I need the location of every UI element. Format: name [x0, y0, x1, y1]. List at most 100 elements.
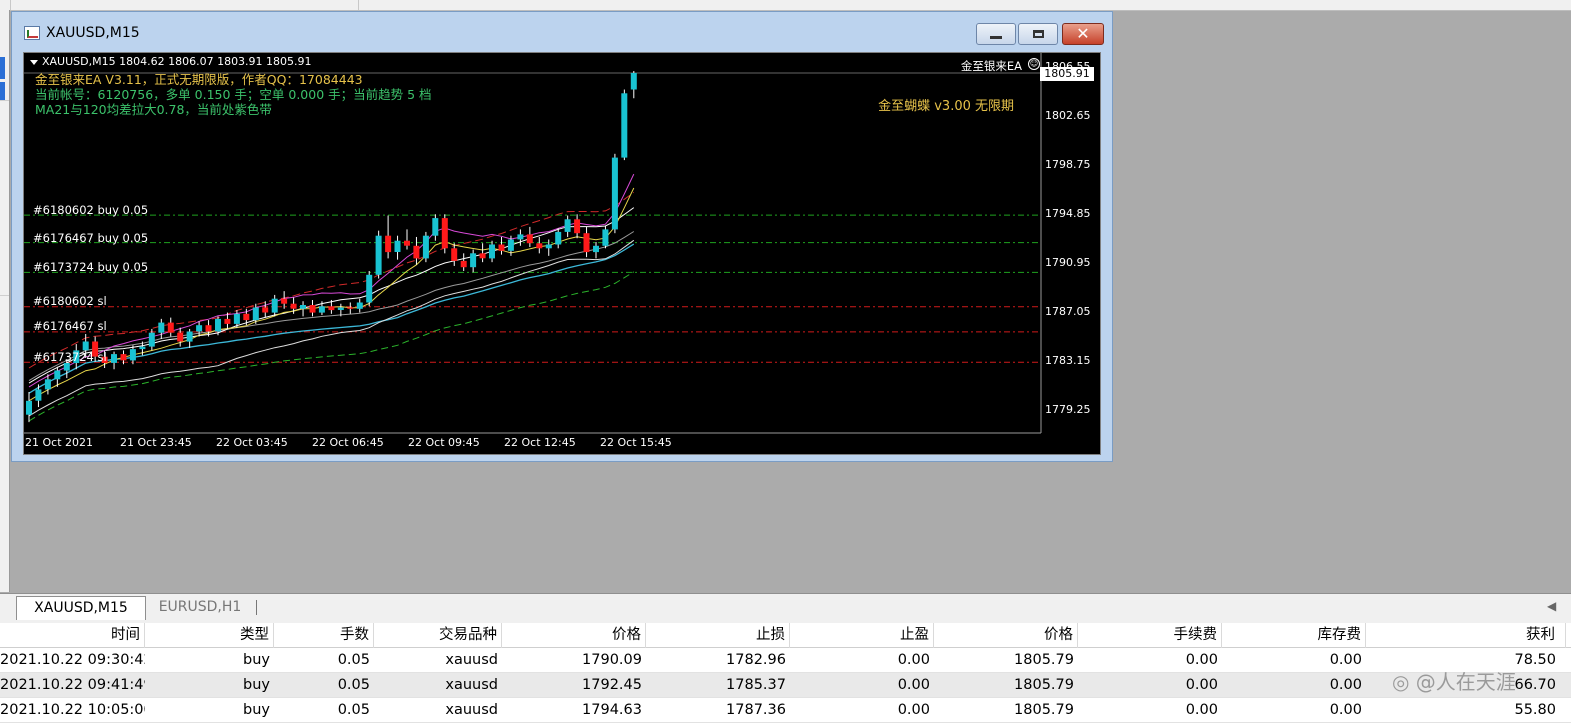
- cell-type: buy: [243, 677, 270, 693]
- cell-type: buy: [243, 702, 270, 718]
- time-axis-label: 21 Oct 23:45: [120, 436, 192, 449]
- candle-body: [196, 325, 203, 332]
- cell-symbol: xauusd: [445, 677, 498, 693]
- column-header[interactable]: 价格: [934, 623, 1078, 648]
- candle-body: [129, 349, 136, 361]
- candle-body: [432, 218, 439, 236]
- candle-body: [564, 219, 571, 232]
- table-header: 时间 类型 手数 交易品种 价格 止损 止盈 价格 手续费 库存费 获利: [0, 623, 1571, 648]
- candle-body: [404, 240, 410, 246]
- price-axis-label: 1802.65: [1045, 109, 1091, 122]
- candle-body: [148, 332, 155, 347]
- candle-body: [224, 318, 231, 324]
- maximize-icon: [1032, 30, 1044, 38]
- candle-body: [186, 331, 193, 342]
- order-line-label: #6180602 buy 0.05: [33, 203, 149, 217]
- price-axis-label: 1798.75: [1045, 158, 1091, 171]
- candle-body: [545, 244, 552, 249]
- candle-body: [489, 244, 495, 259]
- price-axis-label: 1783.15: [1045, 354, 1091, 367]
- cell-profit: 55.80: [1514, 702, 1556, 718]
- candle-body: [451, 248, 458, 261]
- price-axis-label: 1787.05: [1045, 305, 1091, 318]
- price-axis-label: 1790.95: [1045, 256, 1091, 269]
- candle-body: [385, 235, 392, 253]
- chart-icon: [24, 26, 40, 40]
- candle-body: [309, 305, 316, 313]
- candle-body: [233, 313, 240, 324]
- maximize-button[interactable]: [1018, 23, 1058, 45]
- candle-body: [271, 298, 278, 313]
- chart-window-title: XAUUSD,M15: [46, 25, 140, 41]
- chart-window[interactable]: XAUUSD,M15 ✕ XAUUSD,M15 1804.62 1806.07 …: [11, 11, 1113, 462]
- cell-lots: 0.05: [337, 677, 370, 693]
- column-header[interactable]: 库存费: [1222, 623, 1366, 648]
- table-row[interactable]: 2021.10.22 10:05:00 buy 0.05 xauusd 1794…: [0, 698, 1571, 723]
- cell-open-price: 1790.09: [582, 652, 642, 668]
- cell-time: 2021.10.22 09:30:42: [0, 652, 145, 668]
- column-header[interactable]: 手续费: [1078, 623, 1222, 648]
- order-line-label: #6173724 sl: [33, 350, 107, 364]
- ma-yellow-line: [28, 187, 635, 402]
- toolbar-separator: [10, 0, 11, 10]
- cell-commission: 0.00: [1185, 702, 1218, 718]
- scroll-left-icon[interactable]: ◀: [1547, 599, 1556, 613]
- order-line-label: #6180602 sl: [33, 294, 107, 308]
- tab-xauusd-m15[interactable]: XAUUSD,M15: [16, 596, 146, 620]
- cell-take-profit: 0.00: [897, 652, 930, 668]
- main-toolbar-strip: [0, 0, 1571, 11]
- orders-table: 时间 类型 手数 交易品种 价格 止损 止盈 价格 手续费 库存费 获利 202…: [0, 623, 1571, 726]
- column-header[interactable]: 类型: [145, 623, 274, 648]
- candle-body: [507, 239, 514, 251]
- column-header[interactable]: 交易品种: [374, 623, 502, 648]
- cell-current-price: 1805.79: [1014, 652, 1074, 668]
- column-header[interactable]: 价格: [502, 623, 646, 648]
- candle-body: [281, 298, 288, 304]
- table-row[interactable]: 2021.10.22 09:41:49 buy 0.05 xauusd 1792…: [0, 673, 1571, 698]
- navigator-divider: [0, 100, 9, 101]
- time-axis-label: 22 Oct 06:45: [312, 436, 384, 449]
- column-header[interactable]: 时间: [0, 623, 145, 648]
- minimize-button[interactable]: [976, 23, 1016, 45]
- candle-body: [621, 93, 628, 158]
- chart-window-titlebar[interactable]: XAUUSD,M15 ✕: [12, 12, 1112, 52]
- toolbar-separator: [358, 0, 359, 10]
- candle-body: [300, 305, 306, 309]
- candle-body: [375, 235, 382, 275]
- candle-body: [111, 354, 117, 363]
- candle-body: [44, 379, 51, 390]
- time-axis-label: 22 Oct 15:45: [600, 436, 672, 449]
- cell-time: 2021.10.22 09:41:49: [0, 677, 145, 693]
- current-price-tag: 1805.91: [1040, 67, 1094, 81]
- column-header[interactable]: 获利: [1366, 623, 1566, 648]
- minimize-icon: [990, 35, 1002, 39]
- ma-red-dashed-line: [28, 191, 635, 369]
- candle-body: [441, 218, 448, 249]
- candle-body: [422, 235, 429, 259]
- cell-symbol: xauusd: [445, 652, 498, 668]
- candle-body: [26, 400, 32, 415]
- table-row[interactable]: 2021.10.22 09:30:42 buy 0.05 xauusd 1790…: [0, 648, 1571, 673]
- column-header[interactable]: 手数: [274, 623, 374, 648]
- close-button[interactable]: ✕: [1062, 23, 1104, 45]
- cell-current-price: 1805.79: [1014, 702, 1074, 718]
- column-header[interactable]: 止损: [646, 623, 790, 648]
- candle-body: [252, 307, 259, 321]
- price-axis-label: 1794.85: [1045, 207, 1091, 220]
- price-chart[interactable]: XAUUSD,M15 1804.62 1806.07 1803.91 1805.…: [23, 52, 1101, 455]
- order-line-label: #6176467 sl: [33, 319, 107, 333]
- smiley-icon[interactable]: ☺: [1028, 58, 1040, 70]
- ohlc-text: XAUUSD,M15 1804.62 1806.07 1803.91 1805.…: [42, 55, 312, 68]
- candle-body: [583, 233, 590, 253]
- tab-eurusd-h1[interactable]: EURUSD,H1: [148, 596, 252, 619]
- cell-open-price: 1794.63: [582, 702, 642, 718]
- column-header[interactable]: 止盈: [790, 623, 934, 648]
- time-axis-label: 22 Oct 09:45: [408, 436, 480, 449]
- candle-body: [611, 157, 618, 230]
- cell-type: buy: [243, 652, 270, 668]
- cell-stop-loss: 1782.96: [726, 652, 786, 668]
- candle-body: [413, 245, 420, 259]
- candle-body: [328, 306, 335, 311]
- candle-body: [517, 234, 524, 240]
- close-icon: ✕: [1076, 24, 1090, 43]
